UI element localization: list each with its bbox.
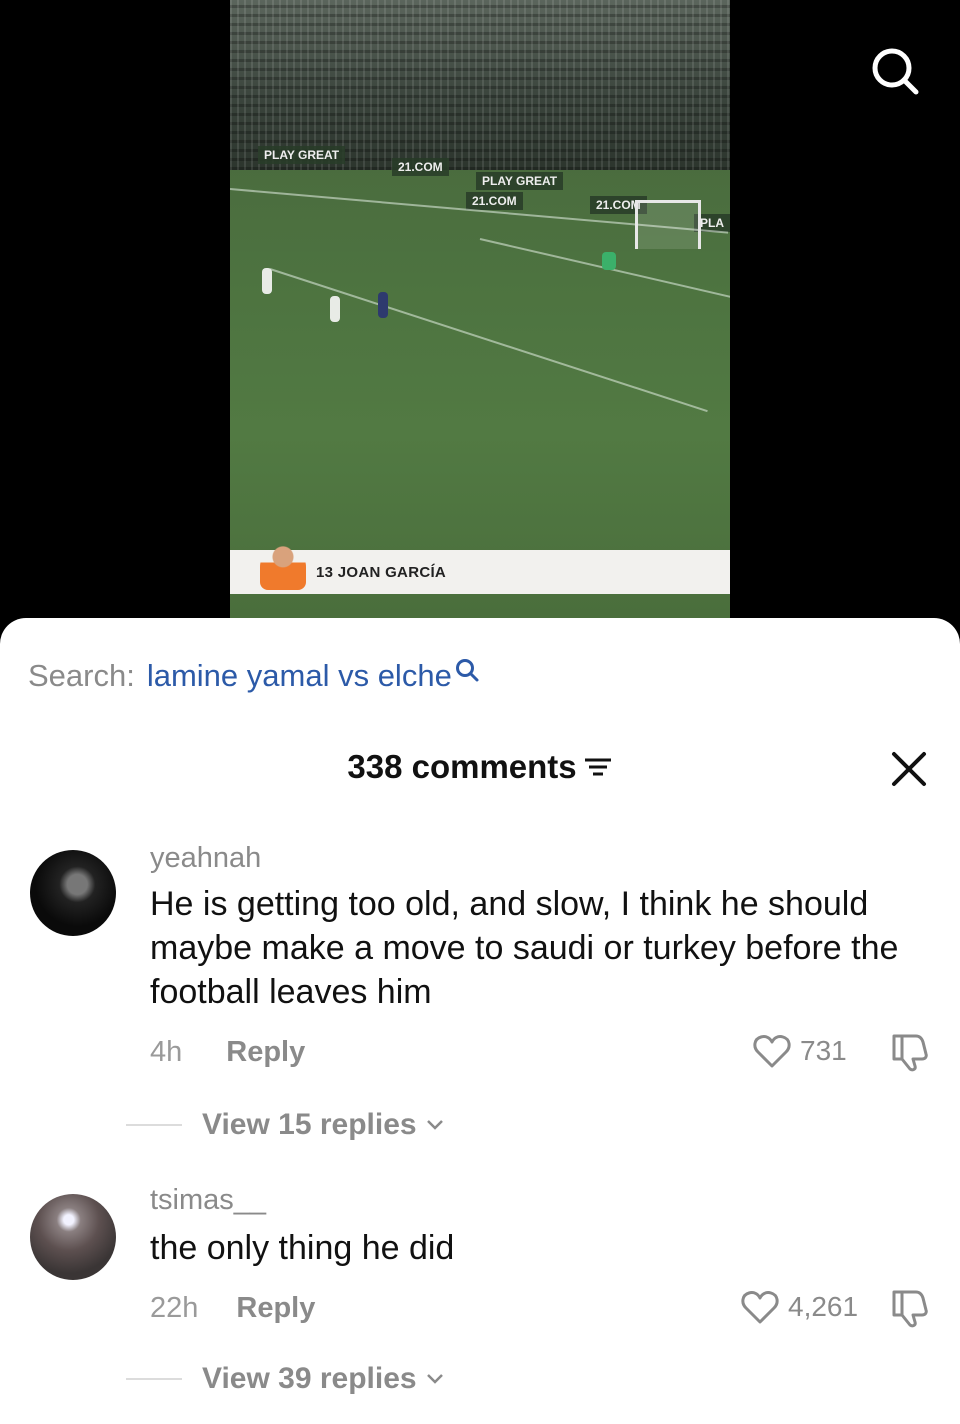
view-replies-label: View 39 replies xyxy=(202,1362,417,1395)
comment-text: He is getting too old, and slow, I think… xyxy=(150,885,899,1011)
view-replies-button[interactable]: View 15 replies xyxy=(126,1108,445,1142)
ad-board: PLAY GREAT xyxy=(476,172,564,190)
ad-board: 21.COM xyxy=(392,158,449,176)
player xyxy=(378,292,388,318)
search-suggestion[interactable]: Search: lamine yamal vs elche xyxy=(28,658,480,694)
view-replies-button[interactable]: View 39 replies xyxy=(126,1362,445,1396)
goalkeeper xyxy=(602,252,616,270)
comment-meta: 4h Reply xyxy=(150,1036,305,1069)
video-area[interactable]: PLAY GREAT 21.COM PLAY GREAT 21.COM 21.C… xyxy=(0,0,960,640)
chevron-down-icon xyxy=(426,1374,443,1384)
dislike-icon[interactable] xyxy=(886,1288,930,1328)
comment-text: the only thing he did xyxy=(150,1229,455,1267)
view-replies-label: View 15 replies xyxy=(202,1108,417,1141)
player xyxy=(330,296,340,322)
comment-time: 4h xyxy=(150,1036,183,1068)
comments-sheet: Search: lamine yamal vs elche 338 commen… xyxy=(0,618,960,1424)
like-button[interactable]: 731 xyxy=(752,1032,847,1070)
filter-icon[interactable] xyxy=(583,755,613,779)
search-label: Search: xyxy=(28,658,135,693)
ad-board: PLAY GREAT xyxy=(258,146,346,164)
search-mini-icon xyxy=(455,659,479,682)
dislike-icon[interactable] xyxy=(886,1032,930,1072)
comment-time: 22h xyxy=(150,1292,199,1324)
player-name: 13 JOAN GARCÍA xyxy=(316,563,447,581)
avatar[interactable] xyxy=(30,1194,116,1280)
avatar[interactable] xyxy=(30,850,116,936)
like-count: 731 xyxy=(800,1035,847,1066)
comment-meta: 22h Reply xyxy=(150,1292,315,1325)
goal xyxy=(635,200,701,249)
thread-line xyxy=(126,1124,182,1126)
comments-header: 338 comments xyxy=(0,748,960,786)
comment-username[interactable]: tsimas__ xyxy=(150,1184,266,1217)
heart-icon xyxy=(741,1291,779,1324)
reply-button[interactable]: Reply xyxy=(236,1292,315,1325)
stadium-crowd xyxy=(230,0,730,170)
chevron-down-icon xyxy=(426,1120,443,1130)
search-icon[interactable] xyxy=(866,46,922,96)
player-lower-third: 13 JOAN GARCÍA xyxy=(230,544,730,594)
comment-username[interactable]: yeahnah xyxy=(150,842,261,875)
reply-button[interactable]: Reply xyxy=(226,1036,305,1069)
like-button[interactable]: 4,261 xyxy=(740,1288,858,1326)
pitch-line xyxy=(269,268,708,413)
video-frame[interactable]: PLAY GREAT 21.COM PLAY GREAT 21.COM 21.C… xyxy=(230,0,730,618)
like-count: 4,261 xyxy=(788,1291,859,1322)
player xyxy=(262,268,272,294)
comment-count: 338 comments xyxy=(347,748,577,785)
ad-board: 21.COM xyxy=(466,192,523,210)
close-icon[interactable] xyxy=(890,750,928,788)
thread-line xyxy=(126,1378,182,1380)
search-term-link[interactable]: lamine yamal vs elche xyxy=(147,658,452,694)
player-avatar xyxy=(260,544,306,590)
heart-icon xyxy=(753,1035,791,1068)
